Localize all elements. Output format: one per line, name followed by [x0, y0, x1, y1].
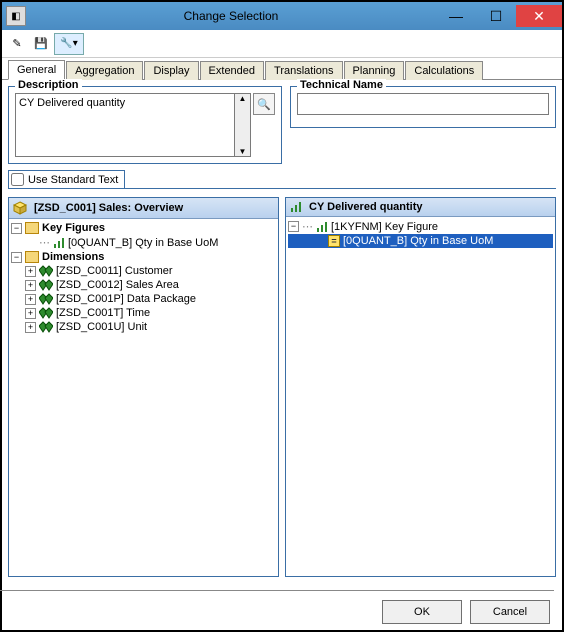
use-standard-text-checkbox[interactable]: [11, 173, 24, 186]
tree-item[interactable]: [ZSD_C0012] Sales Area: [56, 279, 179, 291]
dimension-icon: [39, 307, 53, 319]
description-field[interactable]: CY Delivered quantity: [15, 93, 235, 157]
dimension-icon: [39, 293, 53, 305]
tab-extended[interactable]: Extended: [200, 61, 264, 80]
folder-icon: [25, 222, 39, 234]
tree-item[interactable]: [1KYFNM] Key Figure: [331, 221, 438, 233]
infoprovider-panel-title: [ZSD_C001] Sales: Overview: [34, 202, 183, 214]
dimension-icon: [39, 279, 53, 291]
tab-bar: General Aggregation Display Extended Tra…: [2, 58, 562, 80]
technical-name-label: Technical Name: [297, 79, 386, 91]
technical-name-input[interactable]: [297, 93, 549, 115]
window-title: Change Selection: [26, 9, 436, 23]
expand-toggle[interactable]: +: [25, 280, 36, 291]
infoprovider-panel-header: [ZSD_C001] Sales: Overview: [9, 198, 278, 219]
description-lookup-button[interactable]: 🔍: [253, 93, 275, 115]
close-button[interactable]: ✕: [516, 5, 562, 27]
key-figure-icon: [290, 201, 302, 213]
tree-item[interactable]: [ZSD_C001P] Data Package: [56, 293, 196, 305]
dialog-footer: OK Cancel: [382, 600, 550, 624]
folder-icon: [25, 251, 39, 263]
tree-item-selected[interactable]: [0QUANT_B] Qty in Base UoM: [343, 235, 493, 247]
check-icon[interactable]: ✎: [6, 33, 28, 55]
infoprovider-tree[interactable]: − Key Figures ⋯ [0QUANT_B] Qty in Base U…: [9, 219, 278, 576]
selection-tree[interactable]: − ⋯ [1KYFNM] Key Figure = [0QUANT_B] Qty…: [286, 217, 555, 576]
expand-toggle[interactable]: −: [11, 223, 22, 234]
use-standard-text-label: Use Standard Text: [28, 174, 118, 186]
dimensions-folder[interactable]: Dimensions: [42, 251, 104, 263]
title-bar: ◧ Change Selection — ☐ ✕: [2, 2, 562, 30]
expand-toggle[interactable]: +: [25, 322, 36, 333]
expand-toggle[interactable]: +: [25, 266, 36, 277]
cancel-button[interactable]: Cancel: [470, 600, 550, 624]
key-figure-icon: [53, 237, 65, 249]
tech-names-dropdown[interactable]: 🔧▾: [54, 33, 84, 55]
save-icon[interactable]: 💾: [30, 33, 52, 55]
expand-toggle[interactable]: −: [288, 221, 299, 232]
selection-panel-header: CY Delivered quantity: [286, 198, 555, 217]
description-label: Description: [15, 79, 82, 91]
tree-item[interactable]: [0QUANT_B] Qty in Base UoM: [68, 237, 218, 249]
tab-aggregation[interactable]: Aggregation: [66, 61, 143, 80]
toolbar: ✎ 💾 🔧▾: [2, 30, 562, 58]
tree-item[interactable]: [ZSD_C001U] Unit: [56, 321, 147, 333]
key-figures-folder[interactable]: Key Figures: [42, 222, 105, 234]
tab-display[interactable]: Display: [144, 61, 198, 80]
cube-icon: [13, 201, 27, 215]
ok-button[interactable]: OK: [382, 600, 462, 624]
tree-item[interactable]: [ZSD_C001T] Time: [56, 307, 150, 319]
dimension-icon: [39, 265, 53, 277]
equals-icon: =: [328, 235, 340, 247]
expand-toggle[interactable]: +: [25, 308, 36, 319]
dimension-icon: [39, 321, 53, 333]
maximize-button[interactable]: ☐: [476, 5, 516, 27]
tab-planning[interactable]: Planning: [344, 61, 405, 80]
infoprovider-panel: [ZSD_C001] Sales: Overview − Key Figures…: [8, 197, 279, 577]
tab-translations[interactable]: Translations: [265, 61, 343, 80]
tab-general[interactable]: General: [8, 60, 65, 80]
expand-toggle[interactable]: +: [25, 294, 36, 305]
minimize-button[interactable]: —: [436, 5, 476, 27]
selection-panel-title: CY Delivered quantity: [309, 201, 423, 213]
key-figure-icon: [316, 221, 328, 233]
tree-item[interactable]: [ZSD_C0011] Customer: [56, 265, 173, 277]
description-scrollbar[interactable]: ▲▼: [235, 93, 251, 157]
tab-calculations[interactable]: Calculations: [405, 61, 483, 80]
app-icon: ◧: [6, 6, 26, 26]
selection-panel: CY Delivered quantity − ⋯ [1KYFNM] Key F…: [285, 197, 556, 577]
expand-toggle[interactable]: −: [11, 252, 22, 263]
